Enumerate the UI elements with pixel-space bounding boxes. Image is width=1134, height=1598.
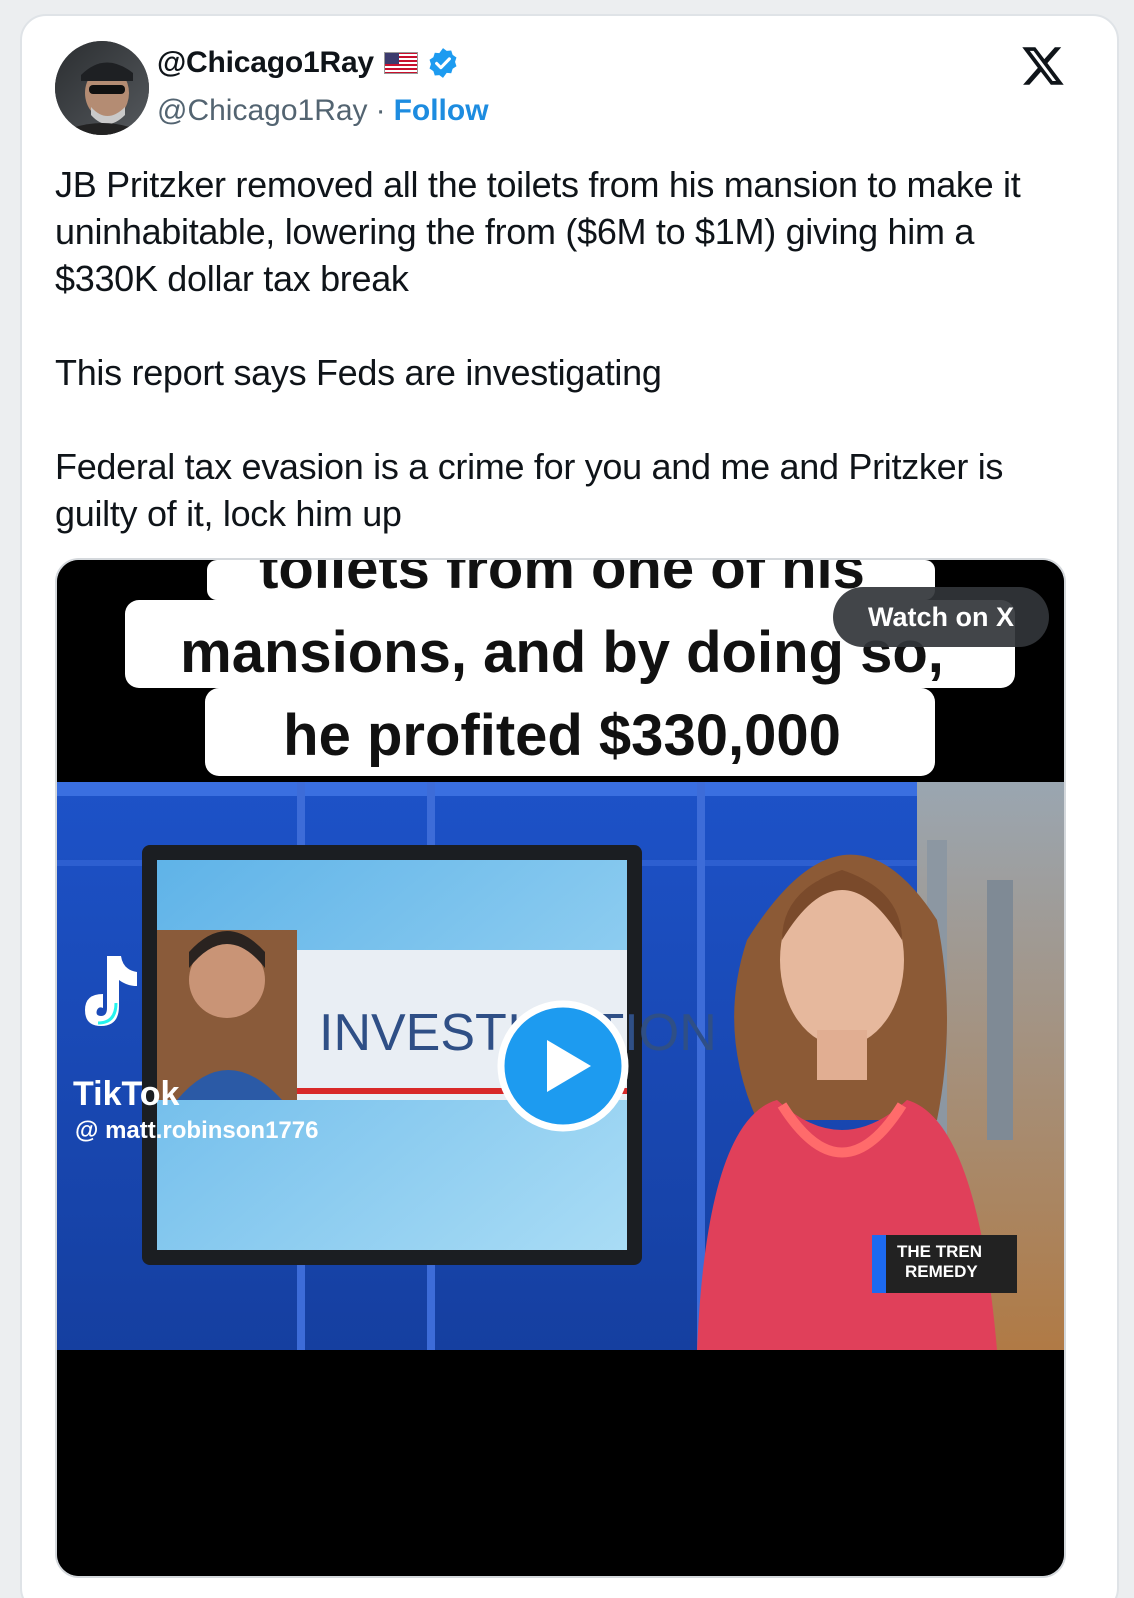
play-icon — [497, 1000, 629, 1132]
avatar[interactable] — [55, 41, 149, 135]
follow-button[interactable]: Follow — [394, 94, 489, 128]
watch-on-x-button[interactable]: Watch on X — [833, 587, 1049, 647]
separator-dot: · — [375, 94, 386, 127]
caption-line-3: he profited $330,000 — [283, 703, 841, 768]
video-player[interactable]: INVESTIGATION TikTok @ matt.robinson1776… — [55, 558, 1066, 1578]
play-button[interactable] — [497, 1000, 629, 1132]
lower-third-line-1: THE TREN — [897, 1242, 982, 1261]
us-flag-icon — [383, 52, 418, 74]
tiktok-label: TikTok — [73, 1075, 180, 1113]
tweet-paragraph: JB Pritzker removed all the toilets from… — [55, 164, 1021, 299]
tweet-text: JB Pritzker removed all the toilets from… — [55, 161, 1085, 537]
author-name-row: @Chicago1Ray — [157, 46, 460, 80]
lower-third-line-2: REMEDY — [905, 1262, 978, 1281]
tweet-paragraph: Federal tax evasion is a crime for you a… — [55, 446, 1004, 534]
verified-badge-icon — [426, 46, 460, 80]
caption-line-1: toilets from one of his — [259, 560, 865, 601]
tweet-card: @Chicago1Ray @Chicago1Ray · Follow JB Pr… — [20, 14, 1119, 1598]
author-handle[interactable]: @Chicago1Ray — [157, 94, 368, 128]
caption-line-2: mansions, and by doing so, — [180, 620, 944, 685]
tweet-paragraph: This report says Feds are investigating — [55, 352, 662, 393]
author-sub-row: @Chicago1Ray · Follow — [157, 94, 489, 128]
x-logo-icon[interactable] — [1020, 43, 1066, 89]
author-display-name[interactable]: @Chicago1Ray — [157, 46, 374, 80]
tiktok-username: @ matt.robinson1776 — [75, 1117, 318, 1144]
